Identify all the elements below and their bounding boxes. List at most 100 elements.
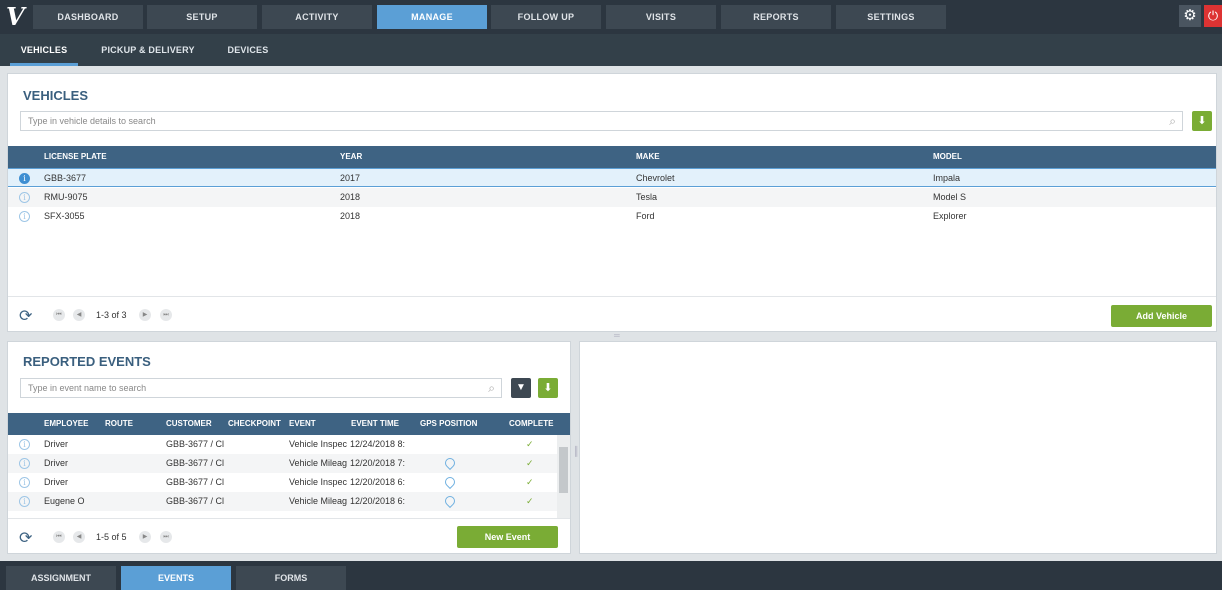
col-gps-position[interactable]: GPS POSITION [420, 413, 477, 435]
col-employee[interactable]: EMPLOYEE [44, 413, 88, 435]
col-event-time[interactable]: EVENT TIME [351, 413, 399, 435]
bottom-tab-forms[interactable]: FORMS [236, 566, 346, 590]
info-icon[interactable]: i [19, 496, 30, 507]
event-search-placeholder: Type in event name to search [28, 383, 147, 393]
last-page-icon[interactable]: ⏭ [160, 531, 172, 543]
subtab-devices[interactable]: DEVICES [220, 34, 276, 66]
cell-event: Vehicle Mileag [289, 458, 348, 468]
nav-tab-visits[interactable]: VISITS [606, 5, 716, 29]
prev-page-icon[interactable]: ◀ [73, 531, 85, 543]
cell-license-plate: GBB-3677 [44, 173, 87, 183]
col-model[interactable]: MODEL [933, 146, 962, 168]
download-icon[interactable]: ⬇ [538, 378, 558, 398]
events-panel: REPORTED EVENTS Type in event name to se… [7, 341, 571, 554]
cell-employee: Eugene O [44, 496, 85, 506]
app-logo[interactable]: V [6, 5, 30, 29]
info-icon[interactable]: i [19, 439, 30, 450]
map-pin-icon[interactable] [442, 474, 458, 490]
info-icon[interactable]: i [19, 458, 30, 469]
nav-tab-dashboard[interactable]: DASHBOARD [33, 5, 143, 29]
col-checkpoint[interactable]: CHECKPOINT [228, 413, 281, 435]
subtab-vehicles[interactable]: VEHICLES [10, 34, 78, 66]
cell-event: Vehicle Mileag [289, 496, 348, 506]
table-row[interactable]: i Eugene O GBB-3677 / Cl Vehicle Mileag … [8, 492, 557, 511]
cell-make: Ford [636, 211, 655, 221]
nav-tab-manage[interactable]: MANAGE [377, 5, 487, 29]
download-icon[interactable]: ⬇ [1192, 111, 1212, 131]
check-icon: ✓ [526, 477, 534, 487]
table-row[interactable]: i Driver GBB-3677 / Cl Vehicle Inspec 12… [8, 435, 557, 454]
table-row[interactable]: i RMU-9075 2018 Tesla Model S [8, 188, 1216, 207]
first-page-icon[interactable]: ⏮ [53, 531, 65, 543]
cell-event: Vehicle Inspec [289, 477, 348, 487]
nav-tab-settings[interactable]: SETTINGS [836, 5, 946, 29]
info-icon[interactable]: i [19, 192, 30, 203]
vehicles-pager: ⟳ ⏮ ◀ 1-3 of 3 ▶ ⏭ Add Vehicle [8, 296, 1216, 332]
search-icon: ⌕ [1169, 114, 1176, 128]
nav-tab-follow-up[interactable]: FOLLOW UP [491, 5, 601, 29]
cell-event-time: 12/20/2018 6: [350, 496, 406, 506]
new-event-button[interactable]: New Event [457, 526, 558, 548]
cell-employee: Driver [44, 439, 68, 449]
cell-customer: GBB-3677 / Cl [166, 458, 224, 468]
next-page-icon[interactable]: ▶ [139, 531, 151, 543]
first-page-icon[interactable]: ⏮ [53, 309, 65, 321]
cell-year: 2018 [340, 211, 361, 221]
vehicle-search-input[interactable]: Type in vehicle details to search ⌕ [20, 111, 1183, 131]
nav-tab-setup[interactable]: SETUP [147, 5, 257, 29]
vehicles-title: VEHICLES [23, 88, 89, 103]
scrollbar-thumb[interactable] [559, 447, 568, 493]
sub-nav-bar: VEHICLES PICKUP & DELIVERY DEVICES [0, 34, 1222, 66]
info-icon[interactable]: i [19, 477, 30, 488]
map-pin-icon[interactable] [442, 493, 458, 509]
top-nav-bar: V DASHBOARD SETUP ACTIVITY MANAGE FOLLOW… [0, 0, 1222, 34]
subtab-pickup-delivery[interactable]: PICKUP & DELIVERY [96, 34, 200, 66]
prev-page-icon[interactable]: ◀ [73, 309, 85, 321]
power-icon[interactable]: ⏻ [1204, 5, 1222, 27]
col-license-plate[interactable]: LICENSE PLATE [44, 146, 107, 168]
search-icon: ⌕ [488, 381, 495, 395]
col-customer[interactable]: CUSTOMER [166, 413, 212, 435]
horizontal-splitter[interactable]: ═ [614, 331, 620, 340]
cell-event-time: 12/20/2018 6: [350, 477, 406, 487]
check-icon: ✓ [526, 496, 534, 506]
refresh-icon[interactable]: ⟳ [19, 528, 32, 548]
col-event[interactable]: EVENT [289, 413, 316, 435]
vehicle-search-placeholder: Type in vehicle details to search [28, 116, 156, 126]
info-icon[interactable]: i [19, 211, 30, 222]
next-page-icon[interactable]: ▶ [139, 309, 151, 321]
col-route[interactable]: ROUTE [105, 413, 133, 435]
add-vehicle-button[interactable]: Add Vehicle [1111, 305, 1212, 327]
cell-customer: GBB-3677 / Cl [166, 496, 224, 506]
cell-model: Model S [933, 192, 967, 202]
check-icon: ✓ [526, 439, 534, 449]
refresh-icon[interactable]: ⟳ [19, 306, 32, 326]
col-make[interactable]: MAKE [636, 146, 660, 168]
gear-icon[interactable]: ⚙ [1179, 5, 1201, 27]
col-year[interactable]: YEAR [340, 146, 362, 168]
cell-employee: Driver [44, 477, 68, 487]
event-search-input[interactable]: Type in event name to search ⌕ [20, 378, 502, 398]
table-row[interactable]: i SFX-3055 2018 Ford Explorer [8, 207, 1216, 226]
info-icon[interactable]: i [19, 173, 30, 184]
nav-tab-activity[interactable]: ACTIVITY [262, 5, 372, 29]
cell-customer: GBB-3677 / Cl [166, 439, 224, 449]
pager-text: 1-3 of 3 [96, 310, 127, 320]
table-row[interactable]: i GBB-3677 2017 Chevrolet Impala [8, 168, 1216, 187]
col-complete[interactable]: COMPLETE [509, 413, 553, 435]
last-page-icon[interactable]: ⏭ [160, 309, 172, 321]
vehicles-table-header: LICENSE PLATE YEAR MAKE MODEL [8, 146, 1216, 168]
table-row[interactable]: i Driver GBB-3677 / Cl Vehicle Inspec 12… [8, 473, 557, 492]
cell-year: 2017 [340, 173, 361, 183]
filter-icon[interactable]: ▼ [511, 378, 531, 398]
bottom-tab-assignment[interactable]: ASSIGNMENT [6, 566, 116, 590]
cell-license-plate: RMU-9075 [44, 192, 88, 202]
events-table-header: EMPLOYEE ROUTE CUSTOMER CHECKPOINT EVENT… [8, 413, 570, 435]
bottom-tab-events[interactable]: EVENTS [121, 566, 231, 590]
events-scrollbar[interactable] [557, 435, 570, 518]
cell-make: Chevrolet [636, 173, 675, 183]
nav-tab-reports[interactable]: REPORTS [721, 5, 831, 29]
map-pin-icon[interactable] [442, 455, 458, 471]
cell-year: 2018 [340, 192, 361, 202]
table-row[interactable]: i Driver GBB-3677 / Cl Vehicle Mileag 12… [8, 454, 557, 473]
